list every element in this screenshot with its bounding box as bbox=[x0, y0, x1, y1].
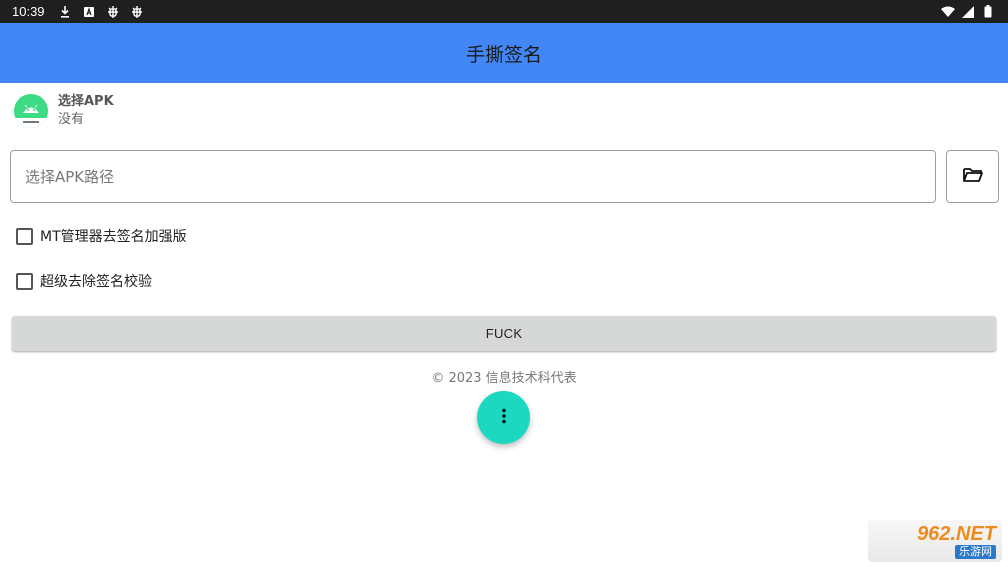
apk-text: 选择APK 没有 bbox=[58, 93, 114, 129]
folder-picker-button[interactable] bbox=[946, 150, 999, 203]
status-time: 10:39 bbox=[12, 4, 45, 19]
app-title: 手撕签名 bbox=[465, 43, 542, 66]
more-vertical-icon bbox=[501, 408, 507, 428]
app-store-icon bbox=[81, 4, 97, 20]
option-label-super-remove: 超级去除签名校验 bbox=[40, 274, 152, 290]
option-label-mt-manager: MT管理器去签名加强版 bbox=[40, 229, 187, 245]
option-mt-manager[interactable]: MT管理器去签名加强版 bbox=[16, 226, 187, 246]
site-watermark: 962.NET 乐游网 bbox=[868, 520, 1002, 562]
watermark-top: 962.NET bbox=[917, 522, 996, 545]
android-app-icon bbox=[14, 94, 48, 128]
bug-icon-2 bbox=[129, 4, 145, 20]
checkbox-mt-manager[interactable] bbox=[16, 227, 33, 245]
footer-copyright: © 2023 信息技术科代表 bbox=[431, 371, 577, 386]
checkbox-super-remove[interactable] bbox=[16, 272, 33, 290]
status-bar: 10:39 bbox=[0, 0, 1008, 23]
watermark-bottom: 乐游网 bbox=[955, 544, 996, 559]
wifi-icon bbox=[940, 4, 956, 20]
status-left: 10:39 bbox=[12, 4, 145, 20]
download-icon bbox=[57, 4, 73, 20]
bug-icon bbox=[105, 4, 121, 20]
apk-name: 选择APK bbox=[58, 94, 114, 109]
battery-icon bbox=[980, 4, 996, 20]
signal-icon bbox=[960, 4, 976, 20]
apk-info-row[interactable]: 选择APK 没有 bbox=[14, 93, 114, 129]
app-bar: 手撕签名 bbox=[0, 23, 1008, 83]
fuck-button[interactable]: FUCK bbox=[12, 316, 996, 351]
apk-path-input[interactable] bbox=[10, 150, 936, 203]
folder-open-icon bbox=[962, 167, 983, 187]
option-super-remove[interactable]: 超级去除签名校验 bbox=[16, 271, 152, 291]
status-right bbox=[940, 4, 996, 20]
more-options-fab[interactable] bbox=[477, 391, 530, 444]
apk-status: 没有 bbox=[58, 112, 85, 127]
